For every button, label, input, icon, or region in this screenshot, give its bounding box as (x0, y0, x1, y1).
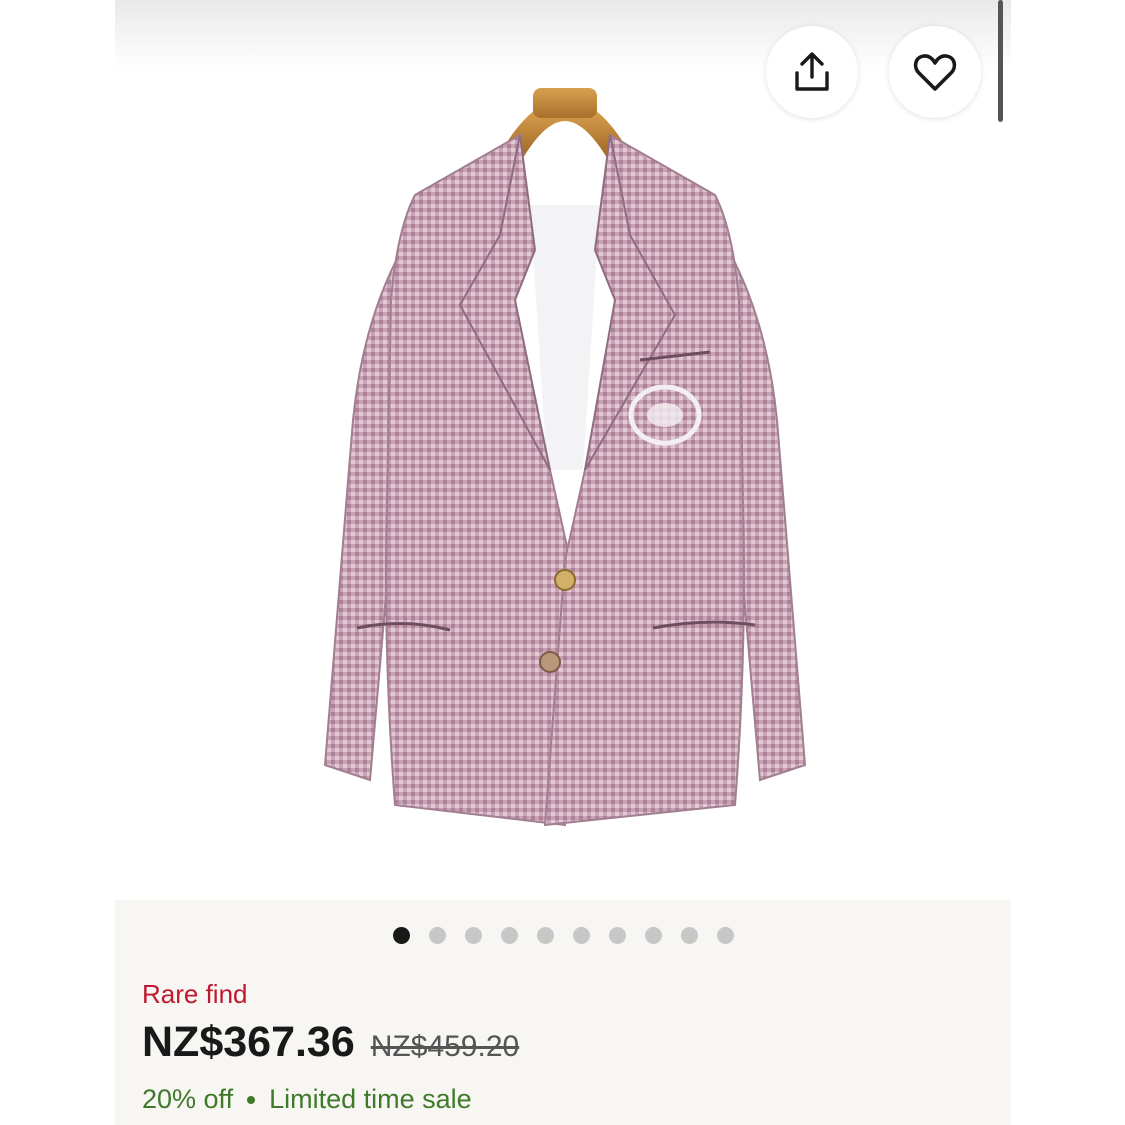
separator-dot (247, 1095, 256, 1104)
pagination-dot[interactable] (500, 926, 518, 944)
pagination-dot[interactable] (680, 926, 698, 944)
original-price: NZ$459.20 (370, 1030, 520, 1063)
heart-icon (913, 54, 957, 91)
discount-label: 20% off (142, 1084, 234, 1114)
share-button[interactable] (766, 26, 858, 118)
top-shade (115, 0, 1011, 70)
rare-find-badge: Rare find (142, 979, 248, 1009)
current-price: NZ$367.36 (142, 1018, 355, 1066)
pagination-dot[interactable] (644, 926, 662, 944)
favorite-button[interactable] (889, 26, 981, 118)
listing-info-panel: Rare find NZ$367.36 NZ$459.20 20% off Li… (115, 900, 1011, 1125)
gallery-pagination[interactable] (115, 924, 1011, 946)
sale-row: 20% off Limited time sale (142, 1084, 472, 1115)
product-image[interactable] (115, 0, 1011, 900)
pagination-dot[interactable] (536, 926, 554, 944)
pagination-dot[interactable] (464, 926, 482, 944)
listing-screen: Rare find NZ$367.36 NZ$459.20 20% off Li… (115, 0, 1011, 1125)
pagination-dot-active[interactable] (392, 926, 410, 944)
pagination-dot[interactable] (572, 926, 590, 944)
share-icon (795, 52, 829, 91)
sale-label: Limited time sale (269, 1084, 472, 1114)
scroll-indicator (998, 0, 1003, 122)
pagination-dot[interactable] (428, 926, 446, 944)
pagination-dot[interactable] (716, 926, 734, 944)
price-row: NZ$367.36 NZ$459.20 (142, 1018, 519, 1067)
pagination-dot[interactable] (608, 926, 626, 944)
